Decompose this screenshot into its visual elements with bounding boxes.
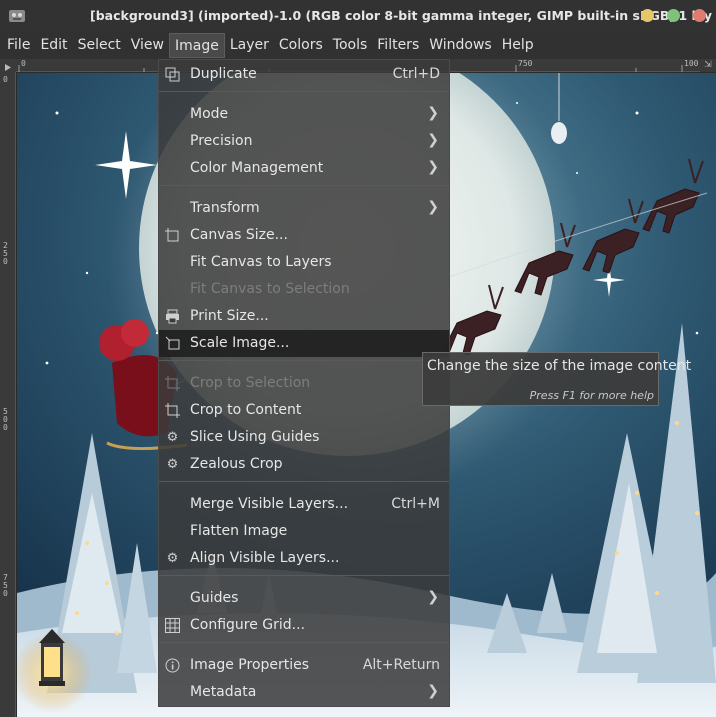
- title-bar: [background3] (imported)-1.0 (RGB color …: [0, 0, 716, 32]
- image-menu-dropdown: Duplicate Ctrl+D Mode ❯ Precision ❯ Colo…: [158, 59, 450, 707]
- menu-separator: [159, 642, 449, 643]
- gear-icon: ⚙: [166, 430, 179, 445]
- menu-item-crop-content[interactable]: Crop to Content: [159, 397, 449, 424]
- menu-filters[interactable]: Filters: [372, 33, 424, 58]
- printer-icon: [165, 309, 180, 324]
- chevron-right-icon: ❯: [427, 105, 439, 121]
- menu-view[interactable]: View: [126, 33, 169, 58]
- ruler-label-1000: 100: [684, 59, 699, 68]
- navigate-icon[interactable]: ⇲: [700, 59, 716, 72]
- ruler-corner-button[interactable]: [0, 59, 16, 72]
- info-icon: [165, 658, 180, 673]
- menu-layer[interactable]: Layer: [225, 33, 274, 58]
- menu-select[interactable]: Select: [73, 33, 126, 58]
- scale-icon: [165, 336, 180, 351]
- menu-tools[interactable]: Tools: [328, 33, 373, 58]
- menu-item-merge-visible[interactable]: Merge Visible Layers... Ctrl+M: [159, 491, 449, 518]
- menu-item-configure-grid[interactable]: Configure Grid...: [159, 612, 449, 639]
- menu-item-crop-selection[interactable]: Crop to Selection: [159, 370, 449, 397]
- menu-item-duplicate[interactable]: Duplicate Ctrl+D: [159, 61, 449, 88]
- menu-item-image-properties[interactable]: Image Properties Alt+Return: [159, 652, 449, 679]
- menu-item-transform[interactable]: Transform ❯: [159, 195, 449, 222]
- tooltip-help: Press F1 for more help: [529, 389, 654, 402]
- menu-item-precision[interactable]: Precision ❯: [159, 128, 449, 155]
- menu-item-guides[interactable]: Guides ❯: [159, 585, 449, 612]
- menu-item-metadata[interactable]: Metadata ❯: [159, 679, 449, 706]
- chevron-right-icon: ❯: [427, 589, 439, 605]
- crop-icon: [165, 376, 180, 391]
- menu-item-align-visible[interactable]: ⚙ Align Visible Layers...: [159, 545, 449, 572]
- ruler-label-v250: 250: [3, 241, 8, 266]
- tooltip-text: Change the size of the image content: [427, 358, 692, 374]
- menu-item-flatten[interactable]: Flatten Image: [159, 518, 449, 545]
- menu-separator: [159, 360, 449, 361]
- ruler-label-0: 0: [21, 59, 26, 68]
- menu-separator: [159, 185, 449, 186]
- menu-item-print-size[interactable]: Print Size...: [159, 303, 449, 330]
- ruler-label-v750: 750: [3, 573, 8, 598]
- menu-colors[interactable]: Colors: [274, 33, 328, 58]
- window-title: [background3] (imported)-1.0 (RGB color …: [90, 8, 713, 23]
- minimize-button[interactable]: [641, 9, 654, 22]
- menu-item-fit-canvas-selection[interactable]: Fit Canvas to Selection: [159, 276, 449, 303]
- menu-image[interactable]: Image: [169, 33, 225, 58]
- menu-item-slice-guides[interactable]: ⚙ Slice Using Guides: [159, 424, 449, 451]
- chevron-right-icon: ❯: [427, 159, 439, 175]
- gear-icon: ⚙: [166, 551, 179, 566]
- chevron-right-icon: ❯: [427, 132, 439, 148]
- menu-windows[interactable]: Windows: [424, 33, 497, 58]
- menu-item-zealous-crop[interactable]: ⚙ Zealous Crop: [159, 451, 449, 478]
- menu-separator: [159, 481, 449, 482]
- chevron-right-icon: ❯: [427, 683, 439, 699]
- menu-separator: [159, 91, 449, 92]
- menu-help[interactable]: Help: [497, 33, 539, 58]
- ruler-label-750: 750: [518, 59, 533, 68]
- ruler-label-v0: 0: [3, 75, 8, 84]
- menu-item-scale-image[interactable]: Scale Image...: [159, 330, 449, 357]
- duplicate-icon: [165, 67, 180, 82]
- grid-icon: [165, 618, 180, 633]
- menu-file[interactable]: File: [2, 33, 35, 58]
- canvas-size-icon: [165, 228, 180, 243]
- maximize-button[interactable]: [667, 9, 680, 22]
- gear-icon: ⚙: [166, 457, 179, 472]
- vertical-ruler[interactable]: 0 250 500 750: [0, 72, 16, 717]
- menu-separator: [159, 575, 449, 576]
- close-button[interactable]: [693, 9, 706, 22]
- menu-item-mode[interactable]: Mode ❯: [159, 101, 449, 128]
- menu-item-canvas-size[interactable]: Canvas Size...: [159, 222, 449, 249]
- ruler-label-v500: 500: [3, 407, 8, 432]
- menu-edit[interactable]: Edit: [35, 33, 72, 58]
- menu-bar: File Edit Select View Image Layer Colors…: [0, 32, 716, 59]
- menu-item-fit-canvas-layers[interactable]: Fit Canvas to Layers: [159, 249, 449, 276]
- chevron-right-icon: ❯: [427, 199, 439, 215]
- tooltip: Change the size of the image content Pre…: [422, 352, 691, 406]
- crop-icon: [165, 403, 180, 418]
- menu-item-color-management[interactable]: Color Management ❯: [159, 155, 449, 182]
